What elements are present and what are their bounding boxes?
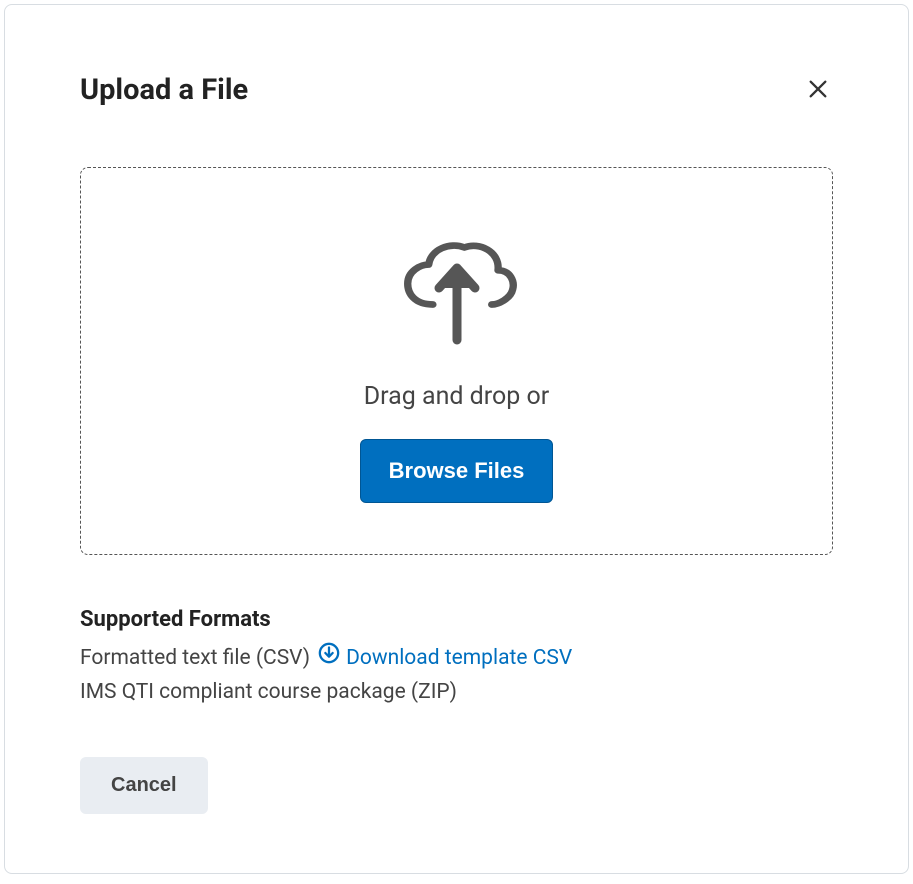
download-icon <box>318 642 340 676</box>
format-zip-line: IMS QTI compliant course package (ZIP) <box>80 676 833 710</box>
supported-formats-section: Supported Formats Formatted text file (C… <box>80 607 833 709</box>
download-link-text: Download template CSV <box>346 642 572 676</box>
format-csv-label: Formatted text file (CSV) <box>80 642 310 676</box>
download-template-link[interactable]: Download template CSV <box>318 642 572 676</box>
close-button[interactable] <box>803 75 833 105</box>
supported-formats-heading: Supported Formats <box>80 607 833 632</box>
close-icon <box>807 78 829 103</box>
file-dropzone[interactable]: Drag and drop or Browse Files <box>80 167 833 555</box>
upload-cloud-icon <box>397 230 517 354</box>
modal-header: Upload a File <box>5 5 908 107</box>
upload-file-modal: Upload a File Drag and drop or Browse Fi… <box>4 4 909 874</box>
format-csv-line: Formatted text file (CSV) Download templ… <box>80 642 833 676</box>
modal-title: Upload a File <box>80 73 248 107</box>
cancel-button[interactable]: Cancel <box>80 757 208 814</box>
dropzone-prompt: Drag and drop or <box>364 382 550 411</box>
browse-files-button[interactable]: Browse Files <box>360 439 554 503</box>
modal-footer: Cancel <box>80 757 833 814</box>
